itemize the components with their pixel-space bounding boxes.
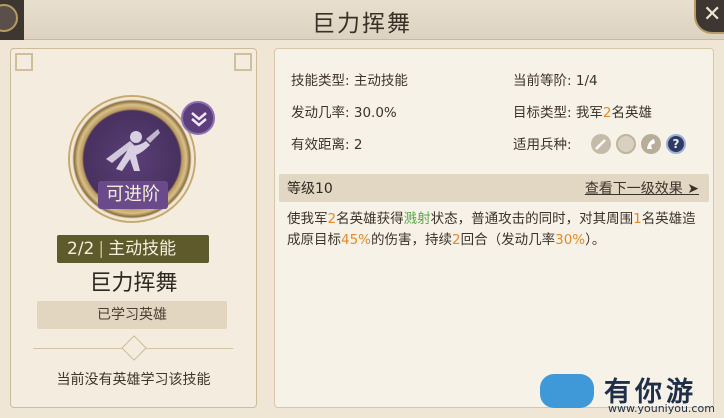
sword-icon[interactable] — [591, 133, 611, 154]
skill-name: 巨力挥舞 — [89, 271, 178, 296]
advance-label: 可进阶 — [98, 181, 168, 209]
unit-type-label: 适用兵种: — [513, 137, 572, 153]
skill-icon[interactable]: 可进阶 — [70, 97, 194, 221]
unit-icons: ? — [591, 133, 691, 154]
watermark-url: www.youniyou.com — [608, 402, 715, 415]
desc-text: 状态，普通攻击的同时，对其周围 — [430, 211, 634, 227]
desc-percent: 45% — [341, 232, 372, 248]
skill-type-value: 主动技能 — [353, 73, 408, 89]
corner-decoration — [234, 53, 252, 71]
target-type-label: 目标类型: — [513, 105, 572, 121]
level-header: 等级10 查看下一级效果 ➤ — [279, 174, 709, 202]
desc-text: 名英雄获得 — [336, 211, 404, 227]
watermark: 有你游 www.youniyou.com — [530, 360, 724, 418]
level-text: 等级10 — [287, 181, 333, 197]
desc-text: 的伤害，持续 — [371, 232, 453, 248]
range-row: 有效距离: 2 — [291, 133, 362, 153]
desc-number: 2 — [452, 232, 461, 248]
no-hero-message: 当前没有英雄学习该技能 — [56, 372, 211, 388]
advance-badge[interactable] — [181, 101, 215, 135]
next-level-effect-link[interactable]: 查看下一级效果 ➤ — [585, 178, 699, 198]
level-count: 2/2 — [67, 239, 95, 259]
target-type-suffix: 名英雄 — [611, 105, 652, 121]
target-type-row: 目标类型: 我军2名英雄 — [513, 101, 652, 121]
skill-kind: 主动技能 — [108, 239, 177, 259]
desc-number: 1 — [633, 211, 642, 227]
close-button[interactable]: ✕ — [694, 0, 724, 34]
learned-heroes-button[interactable]: 已学习英雄 — [37, 301, 227, 329]
skill-level-bar: 2/2 | 主动技能 — [57, 235, 209, 263]
trigger-rate-label: 发动几率: — [291, 105, 350, 121]
trigger-rate-row: 发动几率: 30.0% — [291, 101, 397, 121]
chevron-double-down-icon — [191, 112, 207, 127]
desc-number: 2 — [327, 211, 337, 227]
gamepad-logo-icon — [540, 374, 594, 408]
desc-text: 使我军 — [287, 211, 328, 227]
warrior-silhouette-icon — [106, 129, 160, 171]
skill-description: 使我军2名英雄获得溅射状态，普通攻击的同时，对其周围1名英雄造成原目标45%的伤… — [287, 209, 705, 251]
status-keyword[interactable]: 溅射 — [404, 211, 431, 227]
page-title: 巨力挥舞 — [312, 11, 412, 37]
question-icon[interactable]: ? — [666, 133, 686, 154]
desc-text: 回合（发动几率 — [460, 232, 556, 248]
skill-details-panel: 技能类型: 主动技能 当前等阶: 1/4 发动几率: 30.0% 目标类型: 我… — [274, 48, 714, 408]
horse-icon[interactable] — [641, 133, 661, 154]
corner-decoration — [15, 53, 33, 71]
skill-card-panel: 可进阶 2/2 | 主动技能 巨力挥舞 已学习英雄 当前没有英雄学习该技能 — [10, 48, 257, 408]
target-type-prefix: 我军 — [575, 105, 603, 121]
current-tier-row: 当前等阶: 1/4 — [513, 69, 598, 89]
divider-ornament — [121, 335, 147, 361]
close-icon[interactable]: ✕ — [703, 2, 721, 27]
desc-rate: 30% — [555, 232, 586, 248]
skill-type-label: 技能类型: — [291, 73, 350, 89]
range-value: 2 — [353, 137, 363, 153]
desc-text: ）。 — [585, 232, 606, 248]
trigger-rate-value: 30.0% — [353, 105, 397, 121]
title-bar: 巨力挥舞 ✕ — [0, 0, 724, 40]
range-label: 有效距离: — [291, 137, 350, 153]
current-tier-label: 当前等阶: — [513, 73, 572, 89]
skill-type-row: 技能类型: 主动技能 — [291, 69, 408, 89]
unit-type-row: 适用兵种: — [513, 133, 572, 153]
shield-icon[interactable] — [616, 133, 636, 154]
current-tier-value: 1/4 — [575, 73, 598, 89]
